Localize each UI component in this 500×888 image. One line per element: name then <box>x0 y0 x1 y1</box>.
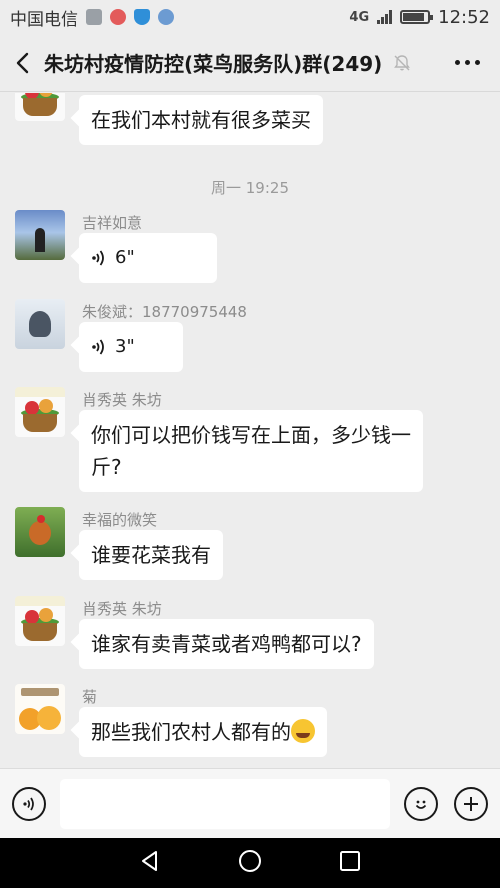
voice-wave-icon <box>92 250 104 266</box>
sender-name: 幸福的微笑 <box>82 511 158 529</box>
message-input[interactable] <box>60 778 390 829</box>
nav-recents-button[interactable] <box>337 848 363 878</box>
avatar[interactable] <box>15 387 65 437</box>
chevron-left-icon <box>16 52 29 73</box>
voice-wave-icon <box>92 339 104 355</box>
weibo-notification-icon <box>110 9 126 25</box>
carrier-label: 中国电信 <box>10 9 78 30</box>
message-text: 那些我们农村人都有的 <box>91 720 291 744</box>
back-button[interactable] <box>0 34 44 92</box>
avatar[interactable] <box>15 507 65 557</box>
message-bubble[interactable]: 在我们本村就有很多菜买 <box>79 95 323 145</box>
voice-message-bubble[interactable]: 6" <box>79 233 217 283</box>
message-bubble[interactable]: 你们可以把价钱写在上面，多少钱一斤? <box>79 410 423 492</box>
avatar[interactable] <box>15 684 65 734</box>
sender-name: 肖秀英 朱坊 <box>82 600 162 618</box>
message-bubble[interactable]: 谁家有卖青菜或者鸡鸭都可以? <box>79 619 374 669</box>
sender-name: 朱俊斌：18770975448 <box>82 303 247 321</box>
sender-name: 肖秀英 朱坊 <box>82 391 162 409</box>
nav-back-button[interactable] <box>137 848 163 878</box>
smiley-icon <box>415 800 427 809</box>
battery-icon <box>400 10 434 24</box>
square-recents-icon <box>340 851 360 871</box>
voice-duration: 3" <box>115 336 135 357</box>
status-bar: 中国电信 4G 12:52 <box>0 0 500 34</box>
signal-icon <box>377 10 393 24</box>
system-nav-bar <box>0 838 500 888</box>
clock: 12:52 <box>438 6 490 28</box>
voice-message-bubble[interactable]: 3" <box>79 322 183 372</box>
group-title: 朱坊村疫情防控(菜鸟服务队)群(249) <box>44 52 383 76</box>
triangle-back-icon <box>142 851 157 871</box>
plus-icon <box>464 796 478 811</box>
chat-area[interactable]: 在我们本村就有很多菜买 周一 19:25 吉祥如意 6" 朱俊斌：1877097… <box>0 93 500 768</box>
nav-home-button[interactable] <box>237 848 263 878</box>
input-bar <box>0 768 500 838</box>
avatar[interactable] <box>15 596 65 646</box>
voice-duration: 6" <box>115 247 135 268</box>
chat-timestamp: 周一 19:25 <box>211 179 289 197</box>
sender-name: 吉祥如意 <box>82 214 143 232</box>
sender-name: 菊 <box>82 688 98 706</box>
emoji-button[interactable] <box>404 786 438 821</box>
chat-header: 朱坊村疫情防控(菜鸟服务队)群(249) <box>0 34 500 92</box>
more-options-button[interactable] <box>455 60 480 65</box>
voice-input-button[interactable] <box>12 786 46 821</box>
wifi-notification-icon <box>158 9 174 25</box>
mute-bell-icon <box>394 54 411 70</box>
more-functions-button[interactable] <box>454 786 488 821</box>
voice-wave-icon <box>23 797 34 810</box>
gallery-notification-icon <box>86 9 102 25</box>
avatar[interactable] <box>15 299 65 349</box>
grimace-emoji-icon <box>291 719 315 743</box>
circle-home-icon <box>239 850 261 872</box>
avatar[interactable] <box>15 93 65 121</box>
message-bubble[interactable]: 谁要花菜我有 <box>79 530 223 580</box>
message-bubble[interactable]: 那些我们农村人都有的 <box>79 707 327 757</box>
shield-notification-icon <box>134 9 150 25</box>
network-type: 4G <box>349 9 370 25</box>
avatar[interactable] <box>15 210 65 260</box>
